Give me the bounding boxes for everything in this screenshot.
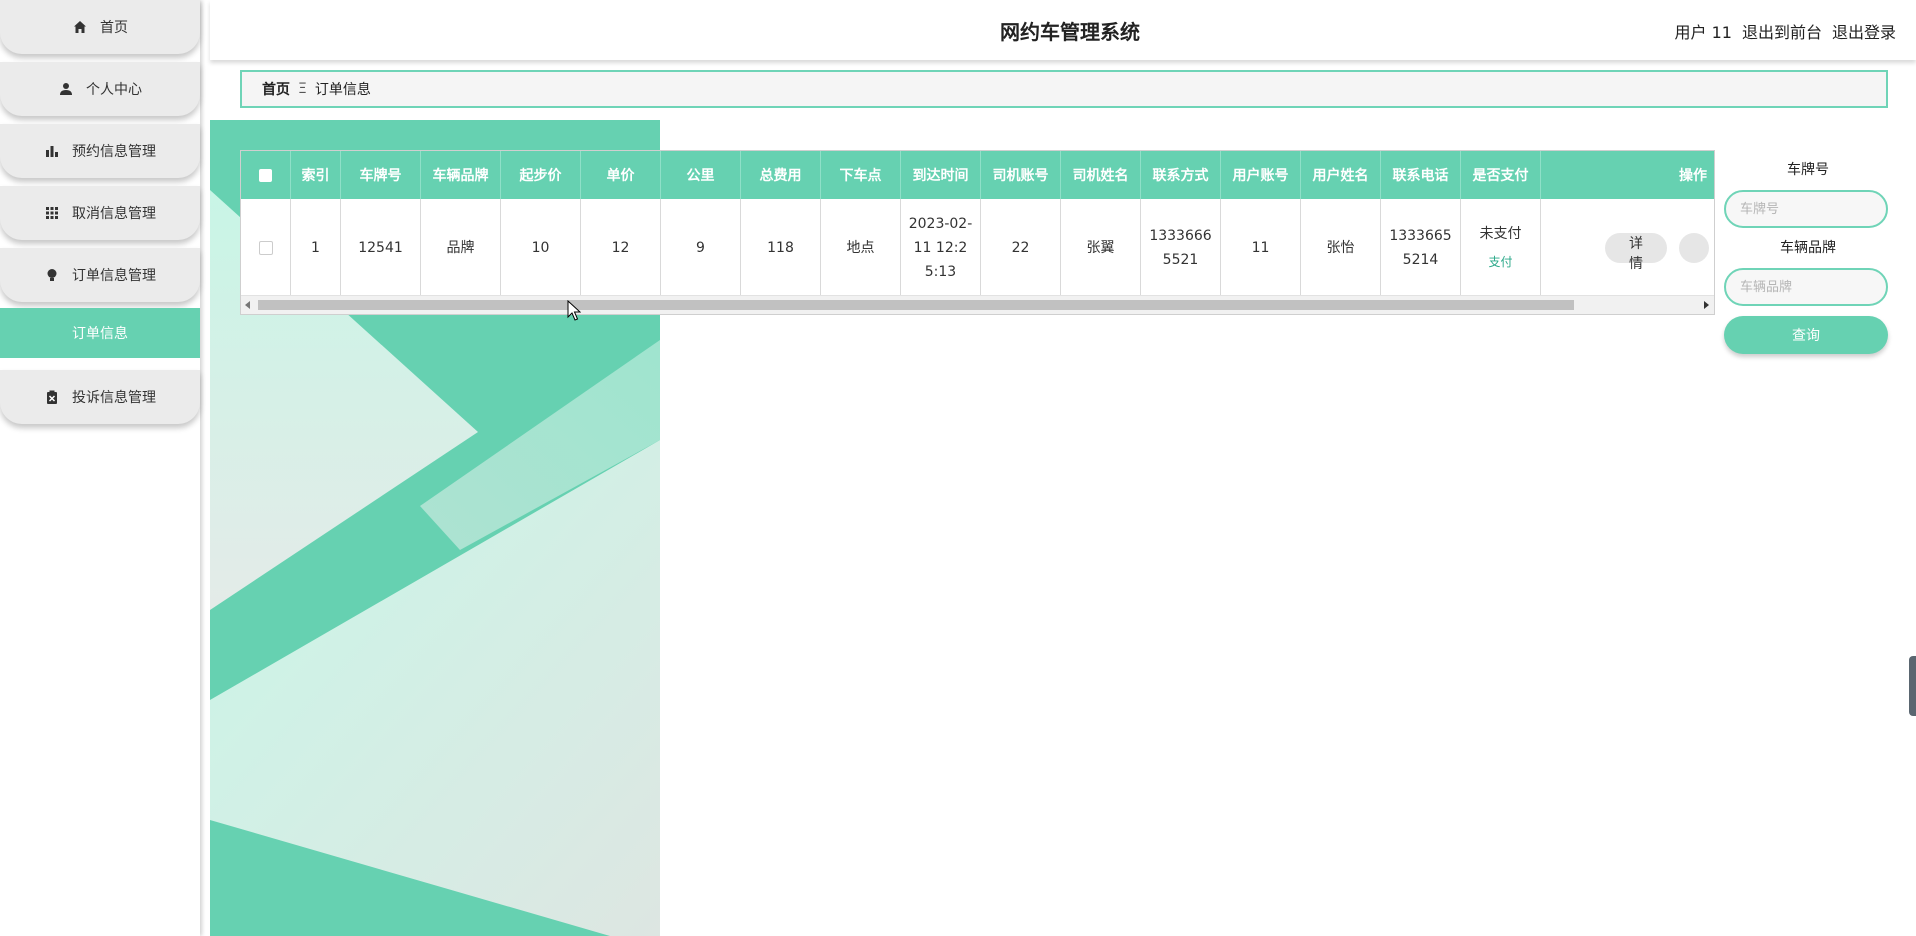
cell-total: 118 xyxy=(741,199,821,296)
more-action-button[interactable] xyxy=(1679,232,1709,263)
header-cell: 到达时间 xyxy=(901,151,981,199)
clipboard-icon xyxy=(44,389,60,405)
cell-user-account: 11 xyxy=(1221,199,1301,296)
search-panel: 车牌号 车辆品牌 查询 xyxy=(1724,160,1892,354)
sidebar-item-label: 订单信息管理 xyxy=(72,268,156,284)
logout-link[interactable]: 退出登录 xyxy=(1832,19,1896,43)
header-cell: 车辆品牌 xyxy=(421,151,501,199)
cell-user-phone: 13336655214 xyxy=(1381,199,1461,296)
cell-arrival-time: 2023-02-11 12:25:13 xyxy=(901,199,981,296)
sidebar-item-cancellations[interactable]: 取消信息管理 xyxy=(0,186,200,240)
pay-link[interactable]: 支付 xyxy=(1488,250,1512,274)
sidebar-item-label: 订单信息 xyxy=(72,326,128,342)
sidebar-item-orders-management[interactable]: 订单信息管理 xyxy=(0,248,200,302)
query-button[interactable]: 查询 xyxy=(1724,316,1888,354)
header-cell: 司机姓名 xyxy=(1061,151,1141,199)
row-select-cell xyxy=(241,199,291,296)
scrollbar-thumb[interactable] xyxy=(258,300,1574,310)
breadcrumb-separator: Ξ xyxy=(298,81,307,97)
plate-search-label: 车牌号 xyxy=(1787,162,1829,178)
table-header-row: 索引 车牌号 车辆品牌 起步价 单价 公里 总费用 下车点 到达时间 司机账号 … xyxy=(241,151,1714,199)
cell-driver-phone: 13336665521 xyxy=(1141,199,1221,296)
user-icon xyxy=(58,81,74,97)
current-user-label: 用户 11 xyxy=(1674,23,1732,42)
cell-paid-status: 未支付 支付 xyxy=(1461,199,1541,296)
header-cell: 联系方式 xyxy=(1141,151,1221,199)
header-cell: 是否支付 xyxy=(1461,151,1541,199)
plate-search-input[interactable] xyxy=(1724,190,1888,228)
bar-chart-icon xyxy=(44,143,60,159)
header-cell: 操作 xyxy=(1541,151,1714,199)
cell-brand: 品牌 xyxy=(421,199,501,296)
breadcrumb: 首页 Ξ 订单信息 xyxy=(240,70,1888,108)
detail-button[interactable]: 详情 xyxy=(1605,232,1667,272)
brand-search-label: 车辆品牌 xyxy=(1780,240,1836,256)
scroll-right-icon[interactable] xyxy=(1704,301,1709,309)
breadcrumb-home[interactable]: 首页 xyxy=(262,79,290,99)
cell-driver-account: 22 xyxy=(981,199,1061,296)
sidebar: 首页 个人中心 预约信息管理 取消信息管理 订单信息管理 订单信息 投诉信息管理 xyxy=(0,0,200,936)
cell-index: 1 xyxy=(291,199,341,296)
header-cell: 联系电话 xyxy=(1381,151,1461,199)
cell-base-price: 10 xyxy=(501,199,581,296)
sidebar-item-label: 预约信息管理 xyxy=(72,144,156,160)
cell-actions: 详情 xyxy=(1541,199,1714,296)
cell-user-name: 张怡 xyxy=(1301,199,1381,296)
header-cell: 车牌号 xyxy=(341,151,421,199)
header-cell: 下车点 xyxy=(821,151,901,199)
table-row: 1 12541 品牌 10 12 9 118 地点 2023-02-11 12:… xyxy=(241,199,1714,296)
sidebar-item-label: 首页 xyxy=(100,20,128,36)
sidebar-item-home[interactable]: 首页 xyxy=(0,0,200,54)
cell-unit-price: 12 xyxy=(581,199,661,296)
select-all-checkbox[interactable] xyxy=(259,168,272,182)
home-icon xyxy=(72,19,88,35)
header-cell: 起步价 xyxy=(501,151,581,199)
sidebar-item-profile[interactable]: 个人中心 xyxy=(0,62,200,116)
header-cell: 司机账号 xyxy=(981,151,1061,199)
breadcrumb-current: 订单信息 xyxy=(314,82,371,98)
top-header: 网约车管理系统 用户 11 退出到前台 退出登录 xyxy=(210,0,1916,60)
paid-status-text: 未支付 xyxy=(1479,225,1522,242)
side-drawer-handle[interactable] xyxy=(1909,656,1916,716)
orders-table: 索引 车牌号 车辆品牌 起步价 单价 公里 总费用 下车点 到达时间 司机账号 … xyxy=(240,150,1715,315)
sidebar-item-label: 个人中心 xyxy=(86,82,142,98)
row-checkbox[interactable] xyxy=(258,240,273,255)
sidebar-item-label: 投诉信息管理 xyxy=(72,390,156,406)
page-title: 网约车管理系统 xyxy=(1000,20,1140,44)
sidebar-item-complaints[interactable]: 投诉信息管理 xyxy=(0,370,200,424)
brand-search-input[interactable] xyxy=(1724,268,1888,306)
back-to-front-link[interactable]: 退出到前台 xyxy=(1742,19,1822,43)
cell-dropoff: 地点 xyxy=(821,199,901,296)
grid-icon xyxy=(44,205,60,221)
header-cell: 总费用 xyxy=(741,151,821,199)
header-cell: 公里 xyxy=(661,151,741,199)
horizontal-scrollbar[interactable] xyxy=(241,295,1714,314)
sidebar-item-reservations[interactable]: 预约信息管理 xyxy=(0,124,200,178)
cell-km: 9 xyxy=(661,199,741,296)
bulb-icon xyxy=(44,267,60,283)
sidebar-item-label: 取消信息管理 xyxy=(72,206,156,222)
sidebar-item-orders[interactable]: 订单信息 xyxy=(0,308,200,358)
scroll-left-icon[interactable] xyxy=(245,301,250,309)
header-cell: 单价 xyxy=(581,151,661,199)
mouse-pointer-icon xyxy=(567,299,582,326)
header-cell: 索引 xyxy=(291,151,341,199)
cell-driver-name: 张翼 xyxy=(1061,199,1141,296)
header-cell: 用户姓名 xyxy=(1301,151,1381,199)
header-cell: 用户账号 xyxy=(1221,151,1301,199)
cell-plate: 12541 xyxy=(341,199,421,296)
header-user-area: 用户 11 退出到前台 退出登录 xyxy=(1675,19,1896,43)
select-all-cell xyxy=(241,151,291,199)
